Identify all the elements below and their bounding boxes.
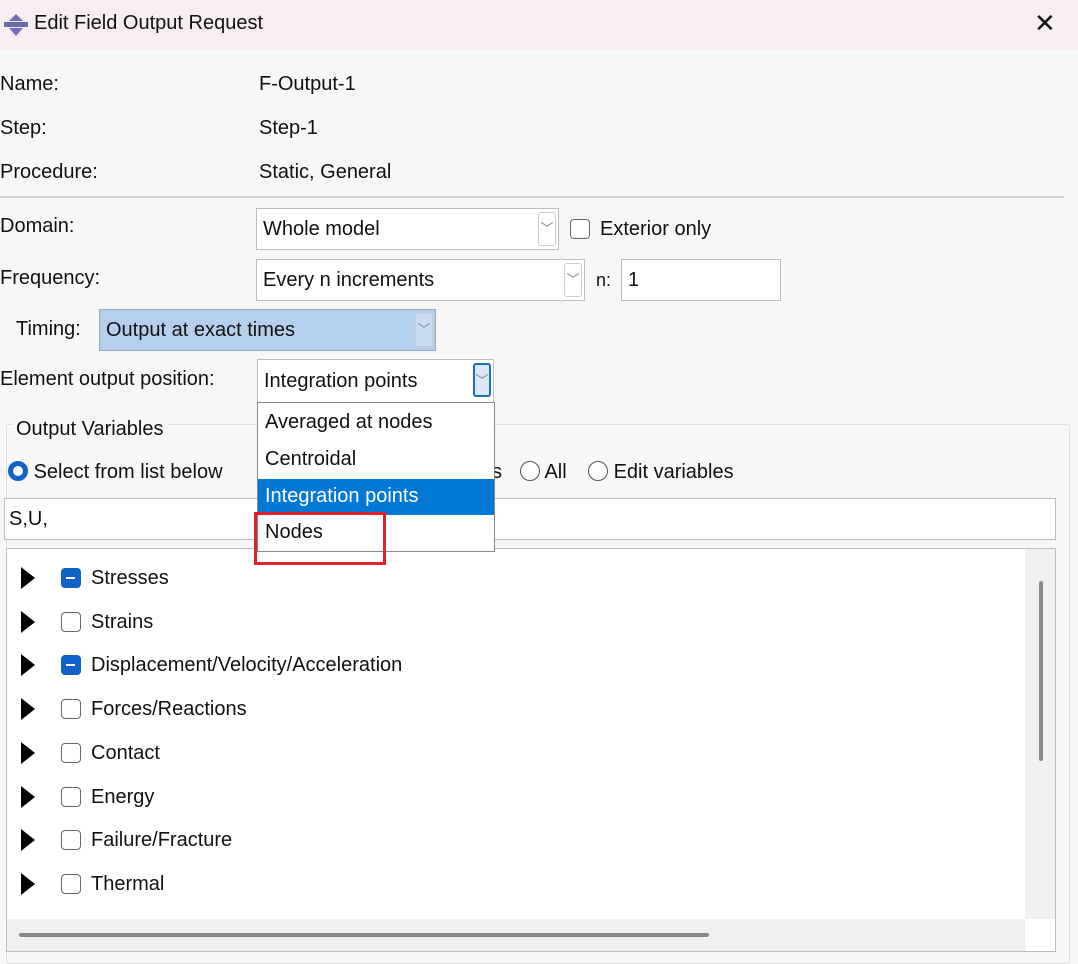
checkbox-icon[interactable] <box>61 612 81 632</box>
tree-item-failure[interactable]: Failure/Fracture <box>21 825 232 855</box>
radio-label: All <box>544 461 567 483</box>
expand-arrow-icon[interactable] <box>21 567 35 589</box>
output-variables-title: Output Variables <box>12 418 168 441</box>
timing-value: Output at exact times <box>106 319 295 341</box>
tree-item-label: Displacement/Velocity/Acceleration <box>91 653 403 676</box>
abaqus-app-icon <box>4 14 28 36</box>
element-output-position-label: Element output position: <box>0 368 215 390</box>
tree-item-stresses[interactable]: Stresses <box>21 563 169 593</box>
tree-item-label: Thermal <box>91 872 165 895</box>
tree-item-displacement[interactable]: Displacement/Velocity/Acceleration <box>21 650 402 680</box>
step-label: Step: <box>0 117 47 139</box>
radio-all[interactable]: All <box>520 461 567 484</box>
checkbox-icon[interactable] <box>61 743 81 763</box>
variables-text-input[interactable]: S,U, <box>4 498 1056 540</box>
domain-value: Whole model <box>263 218 380 240</box>
tree-item-energy[interactable]: Energy <box>21 782 154 812</box>
tree-item-thermal[interactable]: Thermal <box>21 869 164 899</box>
close-icon[interactable]: ✕ <box>1034 8 1056 39</box>
tree-item-label: Failure/Fracture <box>91 828 233 851</box>
radio-label: Select from list below <box>33 461 223 483</box>
tree-item-contact[interactable]: Contact <box>21 738 160 768</box>
domain-select[interactable]: Whole model ﹀ <box>256 208 559 250</box>
frequency-select[interactable]: Every n increments ﹀ <box>256 259 585 301</box>
name-value: F-Output-1 <box>259 73 356 95</box>
checkbox-icon[interactable] <box>61 874 81 894</box>
checkbox-icon[interactable] <box>61 699 81 719</box>
expand-arrow-icon[interactable] <box>21 654 35 676</box>
expand-arrow-icon[interactable] <box>21 873 35 895</box>
chevron-down-icon[interactable]: ﹀ <box>473 363 491 397</box>
option-averaged-at-nodes[interactable]: Averaged at nodes <box>258 405 494 441</box>
chevron-down-icon: ﹀ <box>564 263 582 297</box>
tree-item-label: Forces/Reactions <box>91 697 247 720</box>
exterior-only-label: Exterior only <box>600 218 712 240</box>
radio-icon <box>588 461 608 481</box>
radio-icon <box>520 461 540 481</box>
tree-item-strains[interactable]: Strains <box>21 607 153 637</box>
scrollbar-thumb[interactable] <box>1039 581 1043 761</box>
expand-arrow-icon[interactable] <box>21 742 35 764</box>
procedure-value: Static, General <box>259 161 392 183</box>
expand-arrow-icon[interactable] <box>21 698 35 720</box>
checkbox-icon[interactable] <box>61 787 81 807</box>
radio-select-from-list[interactable]: Select from list below <box>8 461 223 484</box>
highlight-annotation-box <box>254 512 386 565</box>
frequency-label: Frequency: <box>0 267 101 289</box>
timing-label: Timing: <box>16 318 81 340</box>
step-value: Step-1 <box>259 117 318 139</box>
n-input[interactable]: 1 <box>621 259 781 301</box>
radio-label: Edit variables <box>613 461 734 483</box>
option-integration-points[interactable]: Integration points <box>258 479 494 515</box>
vertical-scrollbar[interactable] <box>1025 549 1055 919</box>
checkbox-icon[interactable] <box>61 655 81 675</box>
chevron-down-icon: ﹀ <box>538 212 556 246</box>
element-output-position-select[interactable]: Integration points ﹀ <box>257 359 494 403</box>
scrollbar-thumb[interactable] <box>19 933 709 937</box>
window-title: Edit Field Output Request <box>34 12 264 34</box>
checkbox-icon <box>570 219 590 239</box>
tree-item-label: Contact <box>91 741 160 764</box>
option-centroidal[interactable]: Centroidal <box>258 442 494 478</box>
radio-edit-variables[interactable]: Edit variables <box>588 461 734 484</box>
chevron-down-icon: ﹀ <box>415 313 433 347</box>
radio-icon <box>8 461 28 481</box>
n-label: n: <box>596 270 612 290</box>
exterior-only-checkbox[interactable] <box>570 219 590 245</box>
expand-arrow-icon[interactable] <box>21 786 35 808</box>
divider <box>0 196 1064 198</box>
variables-text-value: S,U, <box>9 508 48 530</box>
n-value: 1 <box>628 269 640 291</box>
tree-item-forces[interactable]: Forces/Reactions <box>21 694 247 724</box>
checkbox-icon[interactable] <box>61 568 81 588</box>
tree-item-label: Stresses <box>91 566 169 589</box>
tree-item-label: Strains <box>91 610 154 633</box>
domain-label: Domain: <box>0 215 75 237</box>
procedure-label: Procedure: <box>0 161 98 183</box>
output-variables-tree[interactable]: Stresses Strains Displacement/Velocity/A… <box>6 548 1056 952</box>
name-label: Name: <box>0 73 59 95</box>
horizontal-scrollbar[interactable] <box>7 919 1025 951</box>
tree-item-label: Energy <box>91 785 155 808</box>
expand-arrow-icon[interactable] <box>21 829 35 851</box>
expand-arrow-icon[interactable] <box>21 611 35 633</box>
checkbox-icon[interactable] <box>61 830 81 850</box>
timing-select[interactable]: Output at exact times ﹀ <box>99 309 436 351</box>
frequency-value: Every n increments <box>263 269 435 291</box>
element-output-position-value: Integration points <box>264 370 418 392</box>
